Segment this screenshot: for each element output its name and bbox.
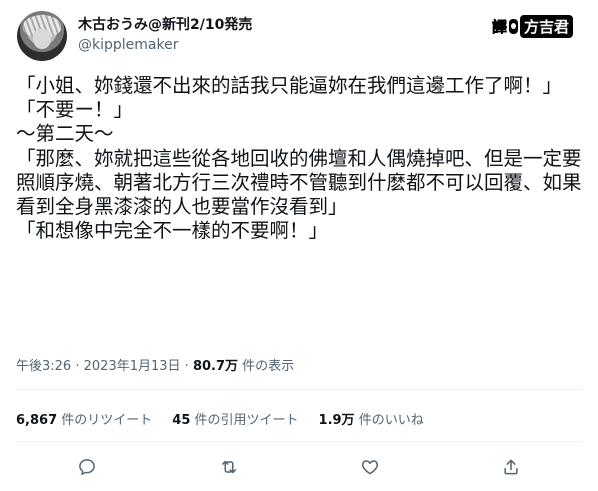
author-display-name[interactable]: 木古おうみ@新刊2/10発売	[78, 14, 252, 34]
retweet-stat[interactable]: 6,867 件のリツイート	[16, 409, 152, 428]
tweet-meta: 午後3:26 · 2023年1月13日 · 80.7万 件の表示	[16, 355, 294, 374]
quote-label: 件の引用ツイート	[194, 413, 299, 428]
tweet-line: ～第二天～	[16, 122, 114, 146]
translator-stamp-prefix: 譯	[492, 18, 508, 37]
retweet-button[interactable]	[218, 456, 240, 478]
quote-stat[interactable]: 45 件の引用ツイート	[172, 409, 298, 428]
tweet-body: 「小姐、妳錢還不出來的話我只能逼妳在我們這邊工作了啊！」 「不要ー！」 ～第二天…	[16, 74, 586, 243]
stamp-separator-icon	[509, 19, 519, 34]
translator-stamp: 譯 方吉君	[492, 15, 574, 38]
share-button[interactable]	[500, 456, 522, 478]
translator-stamp-name: 方吉君	[520, 15, 574, 38]
tweet-line: 「小姐、妳錢還不出來的話我只能逼妳在我們這邊工作了啊！」	[16, 74, 563, 97]
tweet-line: 「和想像中完全不一樣的不要啊！」	[16, 219, 329, 243]
divider	[16, 389, 582, 390]
author-handle[interactable]: @kipplemaker	[78, 37, 178, 53]
tweet-date[interactable]: 2023年1月13日	[84, 359, 181, 374]
like-icon	[361, 460, 379, 475]
meta-dot: ·	[184, 359, 189, 374]
retweet-count: 6,867	[16, 413, 58, 428]
view-count-label: 件の表示	[242, 359, 295, 374]
share-icon	[504, 459, 518, 475]
avatar-face	[33, 29, 51, 49]
divider	[16, 441, 582, 442]
retweet-icon	[222, 460, 236, 474]
reply-icon	[79, 459, 95, 475]
view-count: 80.7万	[192, 359, 239, 374]
like-count: 1.9万	[318, 413, 355, 428]
avatar[interactable]	[17, 11, 67, 61]
tweet-line: 「不要ー！」	[16, 98, 134, 122]
quote-count: 45	[172, 413, 191, 428]
like-label: 件のいいね	[358, 413, 424, 428]
meta-dot: ·	[75, 359, 80, 374]
tweet-time[interactable]: 午後3:26	[16, 359, 71, 374]
tweet-line: 「那麼、妳就把這些從各地回收的佛壇和人偶燒掉吧、但是一定要照順序燒、朝著北方行三…	[16, 146, 582, 219]
like-stat[interactable]: 1.9万 件のいいね	[319, 409, 424, 428]
tweet-page: 木古おうみ@新刊2/10発売 @kipplemaker 譯 方吉君 「小姐、妳錢…	[0, 0, 598, 491]
like-button[interactable]	[359, 456, 381, 478]
tweet-actions	[0, 456, 598, 478]
retweet-label: 件のリツイート	[61, 413, 153, 428]
engagement-stats: 6,867 件のリツイート 45 件の引用ツイート 1.9万 件のいいね	[16, 409, 424, 428]
reply-button[interactable]	[76, 456, 98, 478]
